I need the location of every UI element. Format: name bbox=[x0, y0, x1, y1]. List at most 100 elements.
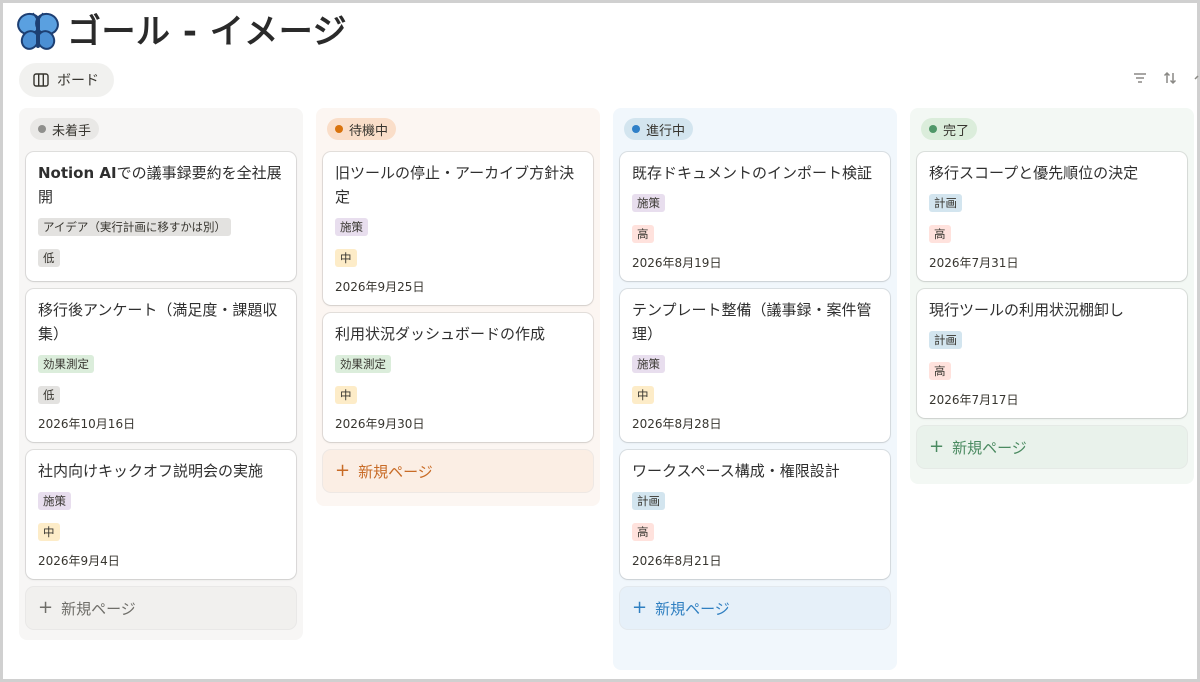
priority-tag: 低 bbox=[38, 249, 60, 267]
status-pill[interactable]: 進行中 bbox=[624, 118, 694, 140]
view-tab-board[interactable]: ボード bbox=[19, 63, 114, 97]
category-tag: 施策 bbox=[38, 492, 71, 510]
priority-row: 中 bbox=[335, 247, 581, 278]
category-tag: 効果測定 bbox=[38, 355, 94, 373]
new-page-label: 新規ページ bbox=[952, 438, 1027, 457]
status-dot-icon bbox=[335, 125, 343, 133]
priority-tag: 中 bbox=[38, 523, 60, 541]
board-card[interactable]: Notion AIでの議事録要約を全社展開アイデア（実行計画に移すかは別） 低 bbox=[26, 152, 296, 281]
board-column: 進行中 既存ドキュメントのインポート検証 施策高 2026年8月19日 テンプレート整備… bbox=[613, 108, 897, 670]
category-row: 施策 bbox=[632, 192, 878, 223]
card-title-text: 現行ツールの利用状況棚卸し bbox=[929, 301, 1125, 319]
card-date: 2026年9月30日 bbox=[335, 417, 425, 431]
category-tag: 施策 bbox=[632, 194, 665, 212]
status-pill[interactable]: 待機中 bbox=[327, 118, 397, 140]
card-date: 2026年8月21日 bbox=[632, 554, 722, 568]
priority-row: 低 bbox=[38, 247, 284, 271]
priority-tag: 中 bbox=[632, 386, 654, 404]
new-page-button[interactable]: + 新規ページ bbox=[620, 587, 890, 629]
category-row: 施策 bbox=[335, 216, 581, 247]
card-date: 2026年10月16日 bbox=[38, 417, 136, 431]
butterfly-icon bbox=[17, 12, 59, 50]
status-label: 完了 bbox=[943, 123, 970, 139]
new-page-label: 新規ページ bbox=[358, 462, 433, 481]
category-tag: アイデア（実行計画に移すかは別） bbox=[38, 218, 231, 236]
category-row: 計画 bbox=[632, 490, 878, 521]
card-title: 利用状況ダッシュボードの作成 bbox=[335, 322, 581, 346]
card-title-text: ワークスペース構成・権限設計 bbox=[632, 462, 840, 480]
card-date: 2026年8月28日 bbox=[632, 417, 722, 431]
page-title: ゴール - イメージ bbox=[67, 12, 348, 52]
new-page-button[interactable]: + 新規ページ bbox=[917, 426, 1187, 468]
card-date: 2026年7月31日 bbox=[929, 256, 1019, 270]
plus-icon: + bbox=[335, 460, 351, 481]
status-pill[interactable]: 未着手 bbox=[30, 118, 100, 140]
board-card[interactable]: 既存ドキュメントのインポート検証 施策高 2026年8月19日 bbox=[620, 152, 890, 281]
plus-icon: + bbox=[632, 597, 648, 618]
board-card[interactable]: テンプレート整備（議事録・案件管理） 施策中 2026年8月28日 bbox=[620, 289, 890, 442]
category-tag: 効果測定 bbox=[335, 355, 391, 373]
board-card[interactable]: 移行後アンケート（満足度・課題収集） 効果測定低 2026年10月16日 bbox=[26, 289, 296, 442]
board-column: 未着手 Notion AIでの議事録要約を全社展開アイデア（実行計画に移すかは別）… bbox=[19, 108, 303, 640]
card-title-text: 旧ツールの停止・アーカイブ方針決定 bbox=[335, 164, 575, 206]
card-title: ワークスペース構成・権限設計 bbox=[632, 459, 878, 483]
category-row: 計画 bbox=[929, 192, 1175, 223]
priority-row: 高 bbox=[929, 223, 1175, 254]
board-card[interactable]: 利用状況ダッシュボードの作成 効果測定中 2026年9月30日 bbox=[323, 313, 593, 442]
priority-row: 中 bbox=[632, 384, 878, 415]
category-tag: 計画 bbox=[929, 331, 962, 349]
priority-row: 中 bbox=[335, 384, 581, 415]
category-row: 施策 bbox=[632, 353, 878, 384]
priority-tag: 高 bbox=[632, 225, 654, 243]
category-row: 計画 bbox=[929, 329, 1175, 360]
status-dot-icon bbox=[929, 125, 937, 133]
card-title: 現行ツールの利用状況棚卸し bbox=[929, 298, 1175, 322]
new-page-label: 新規ページ bbox=[61, 599, 136, 618]
page-header: ゴール - イメージ bbox=[17, 10, 347, 54]
card-title-text: テンプレート整備（議事録・案件管理） bbox=[632, 301, 872, 343]
card-title-text: 既存ドキュメントのインポート検証 bbox=[632, 164, 873, 182]
status-label: 進行中 bbox=[646, 123, 686, 139]
priority-tag: 中 bbox=[335, 249, 357, 267]
card-date: 2026年9月4日 bbox=[38, 554, 120, 568]
priority-tag: 中 bbox=[335, 386, 357, 404]
priority-row: 中 bbox=[38, 521, 284, 552]
column-header: 進行中 bbox=[624, 118, 890, 140]
card-title-text: 利用状況ダッシュボードの作成 bbox=[335, 325, 546, 343]
plus-icon: + bbox=[929, 436, 945, 457]
sort-icon[interactable] bbox=[1162, 70, 1178, 86]
priority-tag: 高 bbox=[929, 362, 951, 380]
card-title: テンプレート整備（議事録・案件管理） bbox=[632, 298, 878, 346]
board-card[interactable]: ワークスペース構成・権限設計 計画高 2026年8月21日 bbox=[620, 450, 890, 579]
board-card[interactable]: 移行スコープと優先順位の決定 計画高 2026年7月31日 bbox=[917, 152, 1187, 281]
card-title: 移行スコープと優先順位の決定 bbox=[929, 161, 1175, 185]
category-tag: 施策 bbox=[335, 218, 368, 236]
status-label: 待機中 bbox=[349, 123, 389, 139]
card-title: Notion AIでの議事録要約を全社展開 bbox=[38, 161, 284, 209]
filter-icon[interactable] bbox=[1132, 70, 1148, 86]
column-header: 待機中 bbox=[327, 118, 593, 140]
card-date: 2026年7月17日 bbox=[929, 393, 1019, 407]
card-title-text: 移行スコープと優先順位の決定 bbox=[929, 164, 1139, 182]
new-page-button[interactable]: + 新規ページ bbox=[26, 587, 296, 629]
category-row: 効果測定 bbox=[38, 353, 284, 384]
status-pill[interactable]: 完了 bbox=[921, 118, 978, 140]
board-card[interactable]: 社内向けキックオフ説明会の実施 施策中 2026年9月4日 bbox=[26, 450, 296, 579]
toolbar bbox=[1132, 70, 1200, 86]
new-page-button[interactable]: + 新規ページ bbox=[323, 450, 593, 492]
card-date: 2026年8月19日 bbox=[632, 256, 722, 270]
status-dot-icon bbox=[632, 125, 640, 133]
board-card[interactable]: 旧ツールの停止・アーカイブ方針決定施策中 2026年9月25日 bbox=[323, 152, 593, 305]
priority-tag: 高 bbox=[929, 225, 951, 243]
status-dot-icon bbox=[38, 125, 46, 133]
category-tag: 施策 bbox=[632, 355, 665, 373]
board-card[interactable]: 現行ツールの利用状況棚卸し 計画高 2026年7月17日 bbox=[917, 289, 1187, 418]
priority-row: 高 bbox=[929, 360, 1175, 391]
card-date: 2026年9月25日 bbox=[335, 280, 425, 294]
category-tag: 計画 bbox=[929, 194, 962, 212]
more-icon[interactable] bbox=[1192, 70, 1200, 86]
card-title: 旧ツールの停止・アーカイブ方針決定 bbox=[335, 161, 581, 209]
view-tab-label: ボード bbox=[57, 73, 99, 89]
board-column: 待機中旧ツールの停止・アーカイブ方針決定施策中 2026年9月25日利用状況ダッシ… bbox=[316, 108, 600, 506]
card-title-text: 移行後アンケート（満足度・課題収集） bbox=[38, 301, 278, 343]
